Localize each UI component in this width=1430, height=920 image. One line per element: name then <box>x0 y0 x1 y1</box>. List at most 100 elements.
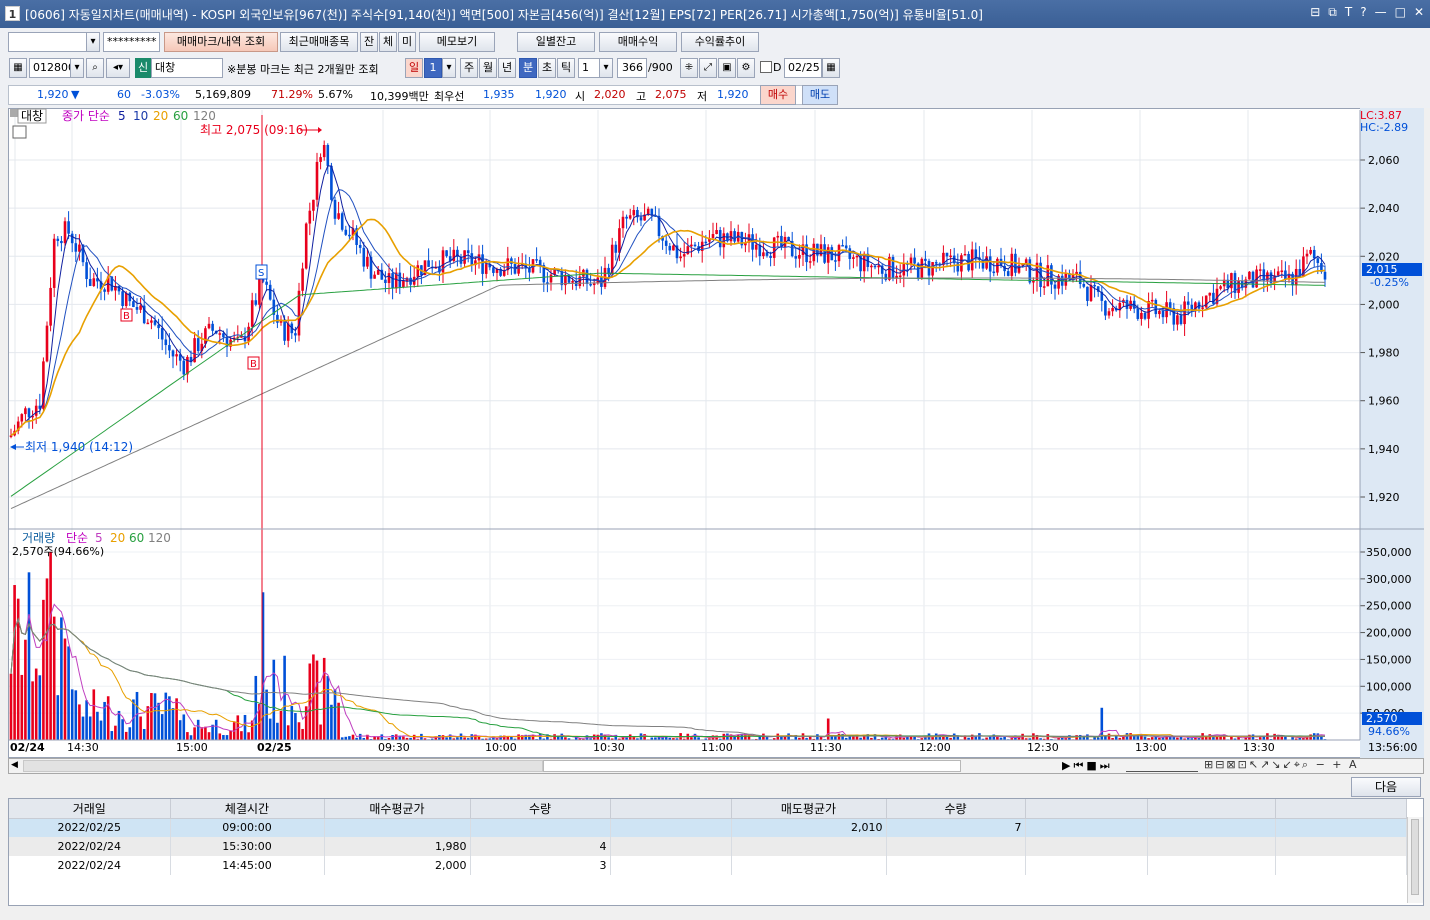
volume-bar <box>9 673 13 740</box>
candle-body <box>384 279 387 284</box>
table-toggle-icon[interactable] <box>12 125 27 139</box>
candle-body <box>150 320 153 323</box>
candle-body <box>949 255 952 258</box>
candle-body <box>812 243 816 262</box>
candle-body <box>920 258 924 279</box>
volume-bar <box>178 720 182 740</box>
table-scrollbar[interactable] <box>1407 817 1423 903</box>
candle-body <box>56 238 60 241</box>
candle-body <box>492 267 495 273</box>
ma10-label: 10 <box>133 109 148 123</box>
volume-bar <box>538 733 542 740</box>
volume-bar <box>38 675 42 740</box>
col-trade-date[interactable]: 거래일 <box>9 799 171 819</box>
candle-body <box>387 273 391 284</box>
vol-ma120-line <box>10 617 1325 737</box>
scroll-thumb[interactable] <box>543 760 961 772</box>
col-buy-avg[interactable]: 매수평균가 <box>324 799 471 819</box>
cell-date: 2022/02/24 <box>9 837 171 856</box>
candle-body <box>132 301 135 308</box>
next-button[interactable]: 다음 <box>1351 777 1421 797</box>
col-fill-time[interactable]: 체결시간 <box>170 799 325 819</box>
volume-bar <box>106 696 110 740</box>
scroll-track[interactable] <box>23 760 543 772</box>
volume-bar <box>276 722 279 740</box>
nav-play-icons[interactable]: ▶⏮■⏭ <box>1062 759 1113 773</box>
mark-b2[interactable]: B <box>247 356 260 370</box>
stock-name-label: 대창 <box>21 109 43 123</box>
ma60-label: 60 <box>173 109 188 123</box>
candle-body <box>304 223 308 269</box>
candle-body <box>769 255 772 258</box>
mark-s1[interactable]: S <box>255 264 268 280</box>
volume-bar <box>308 663 312 740</box>
volume-bar <box>157 702 160 740</box>
table-scroll-thumb[interactable] <box>1411 819 1419 895</box>
candle-body <box>182 360 186 375</box>
volume-bar <box>294 713 297 740</box>
ma120-label: 120 <box>193 109 216 123</box>
candle-body <box>168 345 171 351</box>
candle-body <box>60 240 63 244</box>
volume-bar <box>150 693 153 740</box>
volume-bar <box>168 696 171 740</box>
draw-tools-icons[interactable]: ⊞⊟⊠⊡↖↗↘↙⌖⌕ − + A <box>1204 758 1359 772</box>
volume-tick-label: 100,000 <box>1366 680 1412 693</box>
scroll-left-icon[interactable]: ◀ <box>11 760 18 770</box>
candle-body <box>1161 310 1165 318</box>
panel-handle[interactable] <box>10 109 18 117</box>
candle-body <box>639 217 643 221</box>
candle-body <box>470 253 474 266</box>
candle-body <box>70 233 74 244</box>
volume-bar <box>60 617 63 740</box>
candle-body <box>693 244 697 247</box>
col-blank-2 <box>1025 799 1148 819</box>
price-tick-label: 1,940 <box>1368 443 1400 456</box>
cell-blank <box>610 856 732 875</box>
cell-time: 15:30:00 <box>170 837 325 856</box>
volume-bar <box>146 706 150 740</box>
candle-body <box>618 228 621 253</box>
candle-body <box>1107 311 1111 316</box>
volume-bar <box>139 716 142 740</box>
volume-bar <box>283 655 286 740</box>
volume-bar <box>193 727 196 740</box>
volume-tick-label: 150,000 <box>1366 653 1412 666</box>
col-sell-avg[interactable]: 매도평균가 <box>731 799 887 819</box>
table-row[interactable]: 2022/02/24 15:30:00 1,980 4 <box>9 837 1407 856</box>
candle-body <box>549 274 553 283</box>
volume-bar <box>56 695 60 740</box>
candle-body <box>366 256 369 267</box>
vol-ma-label: 단순 <box>66 531 88 545</box>
candle-body <box>139 305 142 310</box>
volume-bar <box>99 720 103 740</box>
col-sell-qty[interactable]: 수량 <box>886 799 1026 819</box>
col-buy-qty[interactable]: 수량 <box>470 799 611 819</box>
volume-bar <box>272 659 276 740</box>
candle-body <box>765 252 769 256</box>
candle-body <box>808 261 812 263</box>
volume-bar <box>189 735 193 740</box>
volume-bar <box>117 710 121 740</box>
volume-bar <box>391 735 394 740</box>
candle-body <box>877 265 880 268</box>
zoom-slider[interactable] <box>1126 758 1198 772</box>
table-row[interactable]: 2022/02/24 14:45:00 2,000 3 <box>9 856 1407 875</box>
volume-bar <box>1140 734 1143 740</box>
candle-body <box>319 157 322 162</box>
volume-bar <box>196 719 200 740</box>
candle-body <box>924 258 927 261</box>
volume-bar <box>92 689 96 740</box>
candle-body <box>1179 315 1183 325</box>
candle-body <box>24 408 27 415</box>
volume-bar <box>211 724 214 740</box>
stock-chart[interactable]: 02/24 14:30 15:00 02/25 09:30 10:00 10:30 11:00… <box>0 0 1430 760</box>
mark-b1[interactable]: B <box>120 308 133 322</box>
candle-body <box>711 234 715 238</box>
candle-body <box>1176 315 1179 325</box>
col-blank-3 <box>1147 799 1276 819</box>
candle-body <box>391 273 394 289</box>
table-row[interactable]: 2022/02/25 09:00:00 2,010 7 <box>9 818 1407 837</box>
candle-body <box>312 199 315 211</box>
candle-body <box>960 255 963 272</box>
